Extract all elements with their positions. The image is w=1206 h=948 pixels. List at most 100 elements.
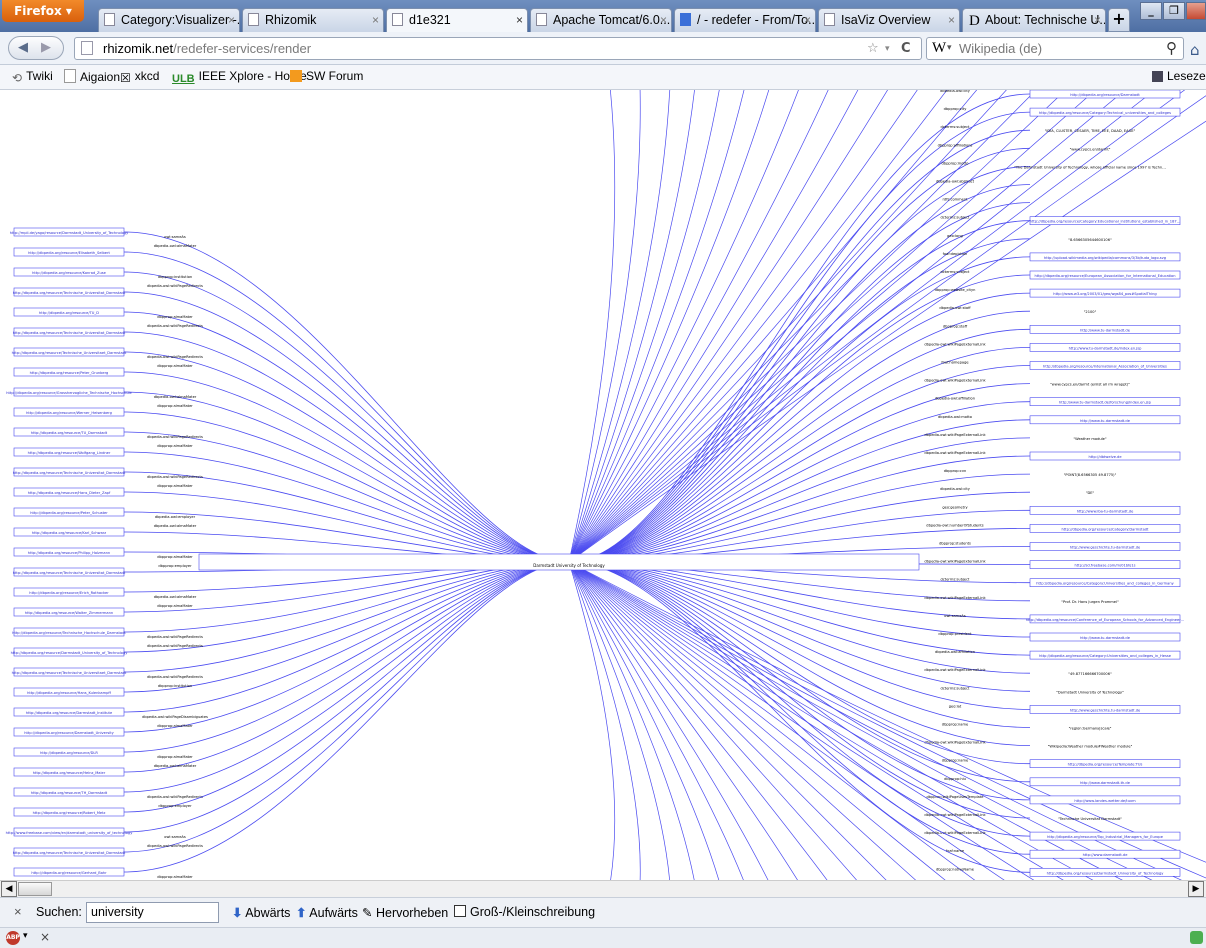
graph-node-value[interactable]: "8.6566305644600106" xyxy=(1068,238,1112,242)
graph-node-value[interactable]: http://www.landes-wetter.de/tuxm xyxy=(1074,799,1136,803)
graph-node-value[interactable]: http://dbpedia.org/resource/Conference_o… xyxy=(1026,618,1185,622)
graph-node-value[interactable]: http://dbpedia.org/resource/Category:Edu… xyxy=(1030,220,1181,224)
graph-node-uri[interactable]: http://dbpedia.org/resource/Werner_Heise… xyxy=(26,411,112,415)
graph-node-value[interactable]: "www.cypcs.en/darmt" xyxy=(1070,147,1111,151)
graph-node-uri[interactable]: http://dbpedia.org/resource/Grossherzogl… xyxy=(6,391,132,395)
tab-5[interactable]: / - redefer - From/To... × xyxy=(674,8,816,32)
graph-node-uri[interactable]: http://dbpedia.org/resource/Darmstadt_Un… xyxy=(11,651,129,655)
close-icon[interactable]: × xyxy=(1094,9,1101,31)
close-icon[interactable]: × xyxy=(804,9,811,31)
graph-node-uri[interactable]: http://dbpedia.org/resource/Peter_Schust… xyxy=(30,511,108,515)
wikipedia-icon[interactable]: W xyxy=(932,40,946,57)
find-next-button[interactable]: ⬇ Abwärts xyxy=(232,905,290,920)
graph-node-uri[interactable]: http://dbpedia.org/resource/Robert_Metz xyxy=(33,811,106,815)
graph-node-uri[interactable]: http://dbpedia.org/resource/Technische_U… xyxy=(12,351,127,355)
tab-1[interactable]: Category:Visualizer -... × xyxy=(98,8,240,32)
graph-node-uri[interactable]: http://dbpedia.org/resource/Erich_Rothac… xyxy=(29,591,109,595)
adblock-icon[interactable]: ABP xyxy=(6,931,20,945)
graph-node-uri[interactable]: http://dbpedia.org/resource/Darmstadt_In… xyxy=(26,711,113,715)
graph-node-value[interactable]: http://www.tu-darmstadt.de xyxy=(1080,636,1131,640)
find-input[interactable]: university xyxy=(86,902,219,923)
graph-node-value[interactable]: "Wikipedia:Weather module#Weather module… xyxy=(1048,745,1133,749)
close-icon[interactable]: × xyxy=(40,930,50,944)
graph-node-value[interactable]: http://www.w3.org/2003/01/geo/wgs84_pos#… xyxy=(1053,292,1156,296)
graph-node-value[interactable]: http://www.tu-darmstadt.de xyxy=(1080,328,1131,332)
graph-node-value[interactable]: http://www.tu-darmstadt.de/index.en.jsp xyxy=(1069,346,1143,350)
maximize-button[interactable]: ❐ xyxy=(1163,2,1185,20)
graph-node-uri[interactable]: http://dbpedia.org/resource/Technische_U… xyxy=(13,851,126,855)
graph-node-value[interactable]: "Darmstadt University of Technology" xyxy=(1056,690,1124,694)
scroll-thumb[interactable] xyxy=(18,882,52,896)
graph-node-uri[interactable]: http://dbpedia.org/resource/Peter_Grunbe… xyxy=(30,371,109,375)
graph-node-value[interactable]: http://dbtwelve.de xyxy=(1088,455,1122,459)
graph-node-value[interactable]: http://upload.wikimedia.org/wikipedia/co… xyxy=(1044,256,1166,260)
graph-node-value[interactable]: "region:Germany|scale" xyxy=(1069,727,1112,731)
graph-node-uri[interactable]: http://dbpedia.org/resource/Darmstadt_Un… xyxy=(24,731,114,735)
bookmarks-menu[interactable]: Lesezeiche xyxy=(1152,69,1206,83)
addon-icon[interactable] xyxy=(1190,931,1203,944)
graph-node-value[interactable]: "49.877166666700006" xyxy=(1068,672,1112,676)
graph-node-uri[interactable]: http://dbpedia.org/resource/Gerhard_Bahr xyxy=(31,871,107,875)
scroll-right-arrow-icon[interactable]: ▶ xyxy=(1188,881,1204,897)
close-icon[interactable]: × xyxy=(228,9,235,31)
bookmark-xkcd[interactable]: ☒ xkcd xyxy=(120,69,159,85)
rdf-graph[interactable]: http://mpii.de/yago/resource/Darmstadt_U… xyxy=(0,90,1206,880)
graph-node-value[interactable]: http://www.tu-darmstadt.de/forschung/ind… xyxy=(1059,401,1152,405)
bookmark-star-icon[interactable]: ☆ xyxy=(867,41,879,56)
graph-node-uri[interactable]: http://dbpedia.org/resource/Hans_Kulenka… xyxy=(27,691,111,695)
home-icon[interactable]: ⌂ xyxy=(1190,41,1200,59)
graph-node-uri[interactable]: http://dbpedia.org/resource/TH_Darmstadt xyxy=(31,791,108,795)
close-icon[interactable]: × xyxy=(14,904,22,919)
graph-node-uri[interactable]: http://dbpedia.org/resource/Konrad_Zuse xyxy=(32,271,107,275)
graph-node-uri[interactable]: http://mpii.de/yago/resource/Darmstadt_U… xyxy=(10,231,129,235)
graph-node-uri[interactable]: http://dbpedia.org/resource/Walter_Zimme… xyxy=(25,611,113,615)
graph-node-value[interactable]: http://dbpedia.org/resource/Template:TUs xyxy=(1068,763,1143,767)
back-arrow-icon[interactable]: ◀ xyxy=(18,37,28,58)
graph-view[interactable]: http://mpii.de/yago/resource/Darmstadt_U… xyxy=(0,90,1206,880)
graph-node-uri[interactable]: http://dbpedia.org/resource/TU_Darmstadt xyxy=(31,431,108,435)
checkbox-icon[interactable] xyxy=(454,905,466,917)
graph-node-value[interactable]: http://www.geschichte.tu-darmstadt.de xyxy=(1070,708,1141,712)
graph-node-uri[interactable]: http://dbpedia.org/resource/DLR xyxy=(40,751,98,755)
graph-node-uri[interactable]: http://dbpedia.org/resource/Technische_U… xyxy=(13,291,126,295)
bookmark-ieee[interactable]: ULB IEEE Xplore - Home xyxy=(172,69,307,85)
graph-node-value[interactable]: "Technische Universitat Darmstadt" xyxy=(1058,817,1122,821)
graph-node-value[interactable]: http://dbpedia.org/resource/Darmstadt xyxy=(1070,93,1140,97)
bookmark-sw-forum[interactable]: SW Forum xyxy=(290,69,363,83)
graph-node-value[interactable]: http://www.geschichte.tu-darmstadt.de xyxy=(1070,546,1141,550)
highlight-button[interactable]: ✎ Hervorheben xyxy=(362,905,448,920)
chevron-down-icon[interactable]: ▾ xyxy=(23,931,28,941)
graph-node-uri[interactable]: http://dbpedia.org/resource/Technische_U… xyxy=(13,571,126,575)
graph-node-value[interactable]: http://dbpedia.org/resource/Category:Uni… xyxy=(1036,582,1174,586)
tab-7[interactable]: D About: Technische U... × xyxy=(962,8,1106,32)
graph-node-value[interactable]: http://www.iba-tu-darmstadt.de xyxy=(1077,509,1134,513)
graph-node-uri[interactable]: http://dbpedia.org/resource/TU_D xyxy=(39,311,99,315)
graph-node-value[interactable]: http://www.tu-darmstadt.de xyxy=(1080,419,1131,423)
new-tab-button[interactable]: + xyxy=(1108,8,1130,32)
graph-node-value[interactable]: http://dbpedia.org/resource/Category:Uni… xyxy=(1039,654,1172,658)
scroll-left-arrow-icon[interactable]: ◀ xyxy=(1,881,17,897)
chevron-down-icon[interactable]: ▾ xyxy=(947,42,952,53)
graph-node-value[interactable]: http://www.darmstadt.de xyxy=(1083,853,1129,857)
url-bar[interactable]: rhizomik.net/redefer-services/render ☆ ▾… xyxy=(74,37,922,60)
graph-node-value[interactable]: http://dbpedia.org/resource/Top_Industri… xyxy=(1047,835,1164,839)
tab-6[interactable]: IsaViz Overview × xyxy=(818,8,960,32)
graph-node-uri[interactable]: http://dbpedia.org/resource/Elisabeth_Se… xyxy=(28,251,110,255)
bookmark-aigaion[interactable]: Aigaion xyxy=(64,69,120,84)
history-dropdown-icon[interactable]: ▾ xyxy=(885,44,890,54)
search-bar[interactable]: W ▾ Wikipedia (de) ⚲ xyxy=(926,37,1184,60)
graph-node-uri[interactable]: http://www.freebase.com/view/en/darmstad… xyxy=(6,831,134,835)
graph-node-value[interactable]: "DE" xyxy=(1086,491,1095,495)
close-icon[interactable]: × xyxy=(372,9,379,31)
tab-2[interactable]: Rhizomik × xyxy=(242,8,384,32)
firefox-menu-button[interactable]: Firefox ▾ xyxy=(2,0,84,22)
graph-node-uri[interactable]: http://dbpedia.org/resource/Heinz_Maier xyxy=(33,771,106,775)
search-icon[interactable]: ⚲ xyxy=(1166,39,1177,58)
graph-node-uri[interactable]: http://dbpedia.org/resource/Philipp_Holz… xyxy=(28,551,110,555)
graph-node-value[interactable]: "2100" xyxy=(1084,310,1097,314)
graph-node-uri[interactable]: http://dbpedia.org/resource/Technische_U… xyxy=(12,671,127,675)
find-previous-button[interactable]: ⬆ Aufwärts xyxy=(296,905,358,920)
graph-node-value[interactable]: "POINT(8.6566305 49.8775)" xyxy=(1064,473,1117,477)
tab-4[interactable]: Apache Tomcat/6.0.... × xyxy=(530,8,672,32)
back-forward-buttons[interactable]: ◀ ▶ xyxy=(8,36,64,60)
